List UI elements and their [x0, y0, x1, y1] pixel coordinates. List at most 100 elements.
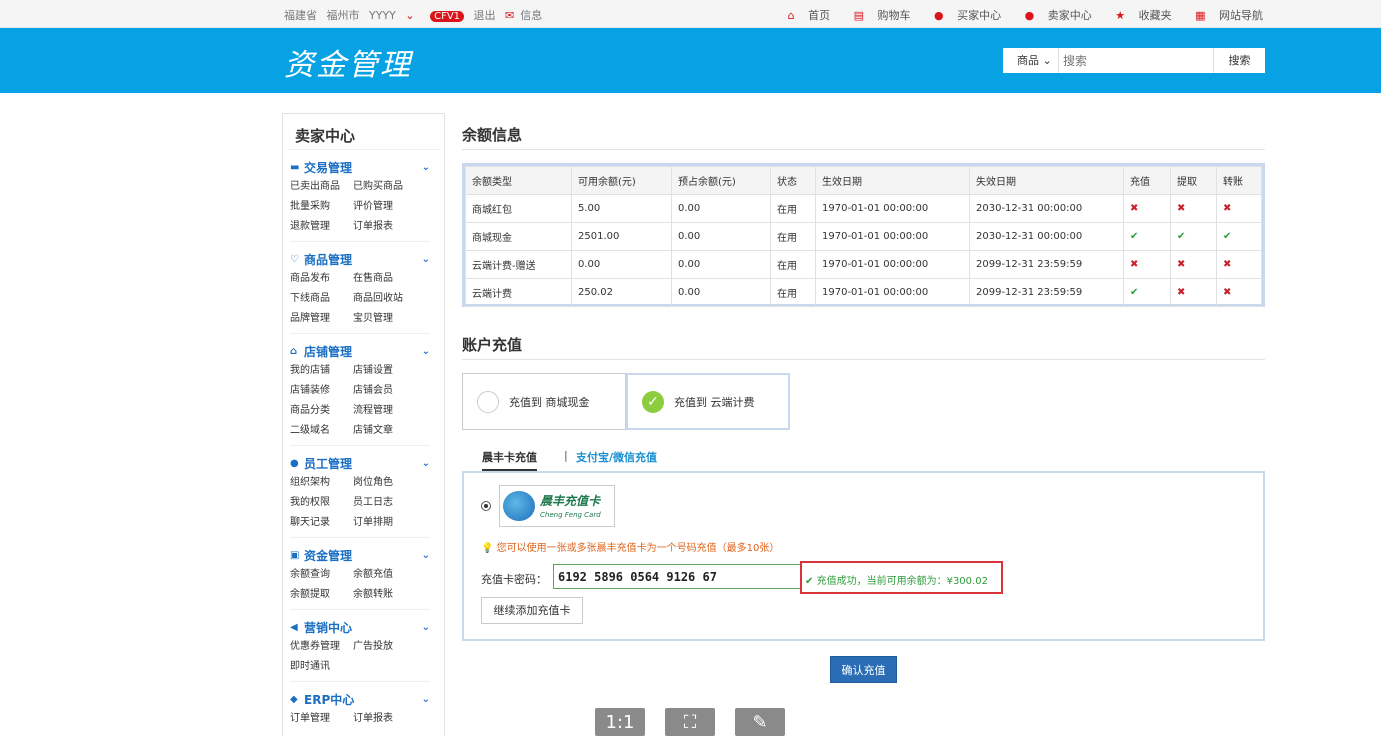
tab-card-recharge[interactable]: 晨丰卡充值 — [482, 449, 537, 472]
option-mall-cash[interactable]: 充值到 商城现金 — [462, 373, 626, 430]
card-icon: ▬ — [290, 161, 300, 173]
sidebar-item[interactable]: 订单报表 — [353, 217, 416, 232]
actual-size-button[interactable]: 1:1 — [595, 708, 645, 736]
table-cell: 在用 — [770, 278, 816, 307]
add-card-button[interactable]: 继续添加充值卡 — [481, 597, 583, 624]
home-label: 首页 — [808, 9, 831, 22]
search-category-select[interactable]: 商品 ⌄ — [1003, 48, 1059, 73]
sidebar-item[interactable]: 余额查询 — [290, 565, 353, 580]
sidebar-item[interactable]: 余额提取 — [290, 585, 353, 600]
sidebar-item[interactable]: 宝贝管理 — [353, 309, 416, 324]
fullscreen-icon[interactable]: ⛶ — [665, 708, 715, 736]
sidebar-item[interactable]: 品牌管理 — [290, 309, 353, 324]
cart-link[interactable]: ▤ 购物车 — [844, 9, 911, 22]
card-radio[interactable] — [481, 501, 491, 511]
sidebar-item[interactable]: 已购买商品 — [353, 177, 416, 192]
cross-icon: ✖ — [1123, 250, 1171, 279]
site-nav-link[interactable]: ▦ 网站导航 — [1185, 9, 1263, 22]
sidebar-item[interactable]: 流程管理 — [353, 401, 416, 416]
user-name[interactable]: YYYY ⌄ — [369, 9, 421, 22]
cross-icon: ✖ — [1216, 194, 1262, 223]
messages-link[interactable]: ✉ 信息 — [505, 9, 548, 22]
sidebar-item[interactable]: 组织架构 — [290, 473, 353, 488]
sidebar-item[interactable]: 余额充值 — [353, 565, 416, 580]
sidebar-item[interactable]: 商品回收站 — [353, 289, 416, 304]
table-cell: 云端计费 — [465, 278, 572, 307]
sidebar-item[interactable]: 订单报表 — [353, 709, 416, 724]
col-header: 余额类型 — [465, 166, 572, 195]
buyer-center-link[interactable]: ● 买家中心 — [924, 9, 1001, 22]
province-link[interactable]: 福建省 — [284, 9, 317, 22]
table-cell: 5.00 — [571, 194, 672, 223]
sidebar-item[interactable]: 退款管理 — [290, 217, 353, 232]
sidebar-group-goods: ♡ 商品管理 ⌄ 商品发布 在售商品 下线商品 商品回收站 品牌管理 宝贝管理 — [290, 242, 430, 334]
sidebar-item[interactable]: 订单管理 — [290, 709, 353, 724]
sidebar-item[interactable]: 我的权限 — [290, 493, 353, 508]
recharge-status-text: 充值成功，当前可用余额为：¥300.02 — [816, 576, 988, 587]
col-header: 预占余额(元) — [671, 166, 771, 195]
cross-icon: ✖ — [1216, 278, 1262, 307]
sidebar-item[interactable]: 即时通讯 — [290, 657, 353, 672]
search-box: 商品 ⌄ 搜索 — [1003, 48, 1265, 73]
city-link[interactable]: 福州市 — [327, 9, 360, 22]
sidebar-item[interactable]: 下线商品 — [290, 289, 353, 304]
sidebar-item[interactable]: 员工日志 — [353, 493, 416, 508]
check-icon: ✔ — [1216, 222, 1262, 251]
star-icon: ★ — [1115, 9, 1126, 22]
sidebar-item[interactable]: 我的店铺 — [290, 361, 353, 376]
sidebar-item[interactable]: 岗位角色 — [353, 473, 416, 488]
sidebar-item[interactable]: 店铺装修 — [290, 381, 353, 396]
sidebar-item[interactable]: 批量采购 — [290, 197, 353, 212]
search-button[interactable]: 搜索 — [1213, 48, 1265, 73]
sidebar-item[interactable]: 已卖出商品 — [290, 177, 353, 192]
tab-alipay-wechat[interactable]: 支付宝/微信充值 — [576, 449, 657, 465]
sidebar-item[interactable]: 评价管理 — [353, 197, 416, 212]
option-cloud-billing[interactable]: ✓ 充值到 云端计费 — [626, 373, 790, 430]
money-icon: ▣ — [290, 549, 300, 561]
sidebar-group-staff: ● 员工管理 ⌄ 组织架构 岗位角色 我的权限 员工日志 聊天记录 订单排期 — [290, 446, 430, 538]
table-cell: 0.00 — [671, 278, 771, 307]
recharge-tip-text: 您可以使用一张或多张晨丰充值卡为一个号码充值（最多10张） — [496, 543, 780, 554]
card-logo: 晨丰充值卡 Cheng Feng Card — [499, 485, 615, 527]
sidebar-group-header[interactable]: ◀ 营销中心 ⌄ — [290, 619, 430, 635]
check-icon: ✔ — [1123, 222, 1171, 251]
confirm-recharge-button[interactable]: 确认充值 — [830, 656, 897, 683]
user-name-text: YYYY — [369, 9, 396, 22]
logout-link[interactable]: 退出 — [474, 9, 496, 22]
search-input[interactable] — [1059, 48, 1213, 73]
sidebar-item[interactable]: 店铺文章 — [353, 421, 416, 436]
sidebar-item[interactable]: 聊天记录 — [290, 513, 353, 528]
site-nav-label: 网站导航 — [1219, 9, 1263, 22]
sidebar-title: 卖家中心 — [287, 114, 440, 150]
sidebar-group-header[interactable]: ● 员工管理 ⌄ — [290, 455, 430, 471]
favorites-link[interactable]: ★ 收藏夹 — [1105, 9, 1171, 22]
sidebar-group-header[interactable]: ♡ 商品管理 ⌄ — [290, 251, 430, 267]
heart-icon: ♡ — [290, 253, 299, 265]
home-link[interactable]: ⌂ 首页 — [778, 9, 830, 22]
seller-center-link[interactable]: ● 卖家中心 — [1015, 9, 1092, 22]
edit-icon[interactable]: ✎ — [735, 708, 785, 736]
sidebar-item[interactable]: 二级域名 — [290, 421, 353, 436]
sidebar-item[interactable]: 订单排期 — [353, 513, 416, 528]
sidebar-group-erp: ◆ ERP中心 ⌄ 订单管理 订单报表 — [290, 682, 430, 736]
cart-icon: ▤ — [853, 9, 864, 22]
col-header: 失效日期 — [969, 166, 1124, 195]
sidebar-item[interactable]: 在售商品 — [353, 269, 416, 284]
sidebar-item[interactable]: 店铺设置 — [353, 361, 416, 376]
sidebar-item[interactable]: 余额转账 — [353, 585, 416, 600]
check-icon: ✔ — [1170, 222, 1217, 251]
sidebar-item[interactable]: 优惠券管理 — [290, 637, 353, 652]
sidebar-item[interactable]: 店铺会员 — [353, 381, 416, 396]
sidebar-group-header[interactable]: ▣ 资金管理 ⌄ — [290, 547, 430, 563]
sidebar-item[interactable]: 商品分类 — [290, 401, 353, 416]
sidebar-item[interactable]: 广告投放 — [353, 637, 416, 652]
sidebar-item[interactable]: 商品发布 — [290, 269, 353, 284]
mail-icon: ✉ — [505, 9, 515, 22]
table-cell: 1970-01-01 00:00:00 — [815, 194, 970, 223]
seller-icon: ● — [1024, 9, 1035, 22]
recharge-title: 账户充值 — [462, 323, 1265, 360]
sidebar-group-header[interactable]: ◆ ERP中心 ⌄ — [290, 691, 430, 707]
sidebar-group-header[interactable]: ⌂ 店铺管理 ⌄ — [290, 343, 430, 359]
sidebar-group-header[interactable]: ▬ 交易管理 ⌄ — [290, 159, 430, 175]
card-password-input[interactable] — [553, 564, 801, 589]
